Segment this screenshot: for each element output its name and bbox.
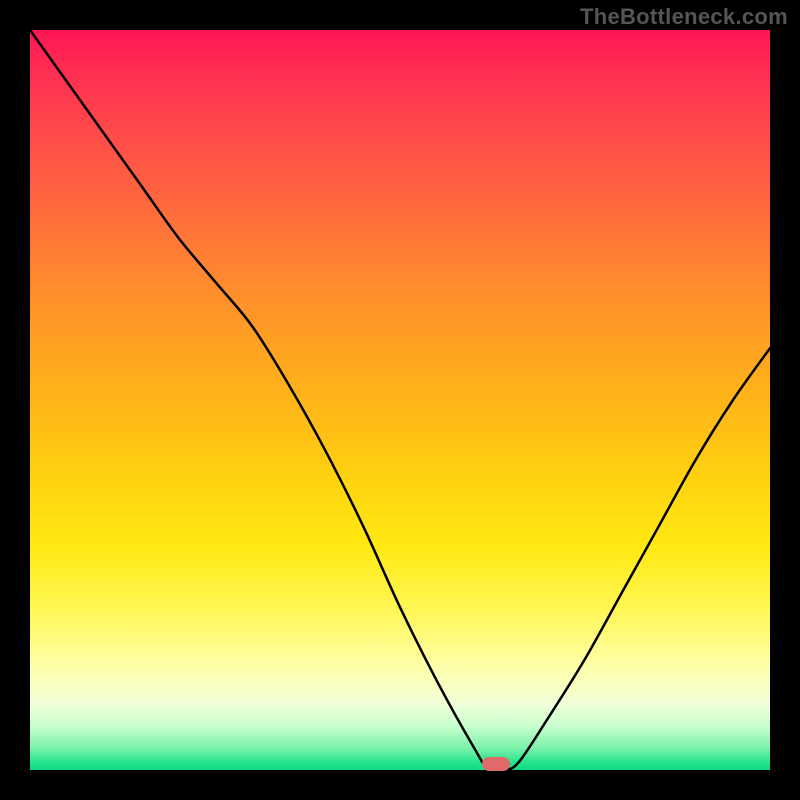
bottleneck-curve: [30, 30, 770, 770]
chart-frame: TheBottleneck.com: [0, 0, 800, 800]
curve-svg: [30, 30, 770, 770]
plot-area: [30, 30, 770, 770]
watermark-text: TheBottleneck.com: [580, 4, 788, 30]
optimal-point-marker: [482, 757, 510, 771]
